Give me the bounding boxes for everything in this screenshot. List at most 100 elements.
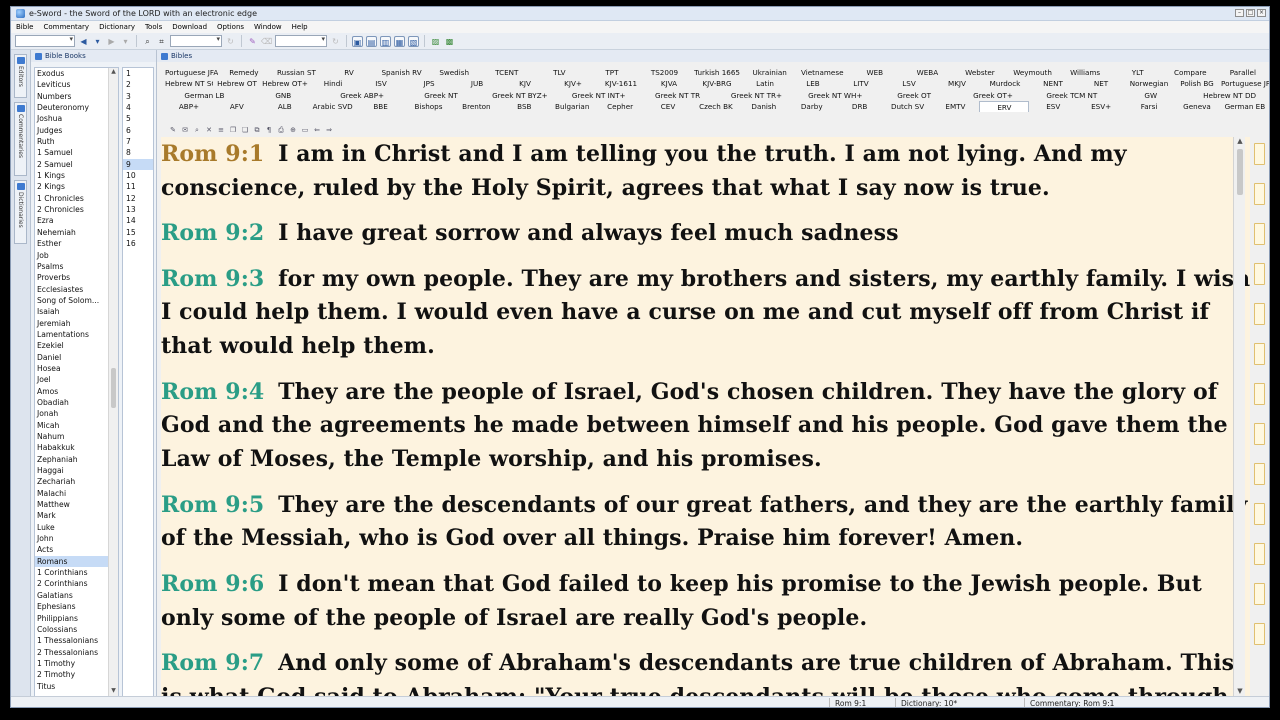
version-tab[interactable]: LEB [789,78,837,89]
version-tab[interactable]: Vietnamese [796,67,849,78]
forward-icon[interactable]: ▶ [106,36,117,47]
menu-dictionary[interactable]: Dictionary [94,23,140,31]
side-tab-dictionaries[interactable]: Dictionaries [14,180,27,244]
version-tab[interactable]: CEV [644,101,692,112]
book-item[interactable]: Jeremiah [35,318,108,329]
chapter-item[interactable]: 4 [123,102,153,113]
page-icon[interactable]: ▭ [301,126,309,134]
verse[interactable]: Rom 9:7 And only some of Abraham's desce… [161,647,1251,697]
book-item[interactable]: Song of Solom... [35,295,108,306]
version-tab[interactable]: EMTV [932,101,980,112]
version-tab[interactable]: KJVA [645,78,693,89]
chapter-item[interactable]: 16 [123,238,153,249]
version-tab[interactable]: Russian ST [270,67,323,78]
book-item[interactable]: 2 Chronicles [35,204,108,215]
chapter-item[interactable]: 1 [123,68,153,79]
book-item[interactable]: Nahum [35,431,108,442]
list-icon[interactable]: ≡ [217,126,225,134]
zoom-icon[interactable]: ⊕ [289,126,297,134]
version-tab[interactable]: Norwegian [1125,78,1173,89]
side-tab-commentaries[interactable]: Commentaries [14,102,27,176]
book-item[interactable]: Acts [35,544,108,555]
version-tab[interactable]: Arabic SVD [309,101,357,112]
paste-icon[interactable]: ❏ [241,126,249,134]
bible-scrollbar[interactable]: ▲ ▼ [1233,137,1245,697]
version-tab[interactable]: ERV [979,100,1030,113]
verse[interactable]: Rom 9:2 I have great sorrow and always f… [161,217,1251,251]
version-tab[interactable]: TS2009 [638,67,691,78]
version-tab[interactable]: Webster [954,67,1007,78]
menu-bible[interactable]: Bible [11,23,38,31]
version-tab[interactable]: Hebrew NT DD [1190,90,1269,101]
version-tab[interactable]: Latin [741,78,789,89]
book-item[interactable]: Mark [35,510,108,521]
toolbox-button[interactable] [1254,303,1265,325]
search-icon[interactable]: ⌕ [193,126,201,134]
layout-2-icon[interactable]: ▤ [366,35,377,47]
layout-1-icon[interactable]: ▣ [352,35,363,47]
version-tab[interactable]: Hebrew OT [213,78,261,89]
chapter-item[interactable]: 10 [123,170,153,181]
version-tab[interactable]: Parallel [1217,67,1269,78]
version-tab[interactable]: Greek OT [875,90,954,101]
book-item[interactable]: Hosea [35,363,108,374]
book-item[interactable]: Judges [35,125,108,136]
chapter-item[interactable]: 5 [123,113,153,124]
book-item[interactable]: Lamentations [35,329,108,340]
version-tab[interactable]: Geneva [1173,101,1221,112]
version-tab[interactable]: Greek NT TR [638,90,717,101]
book-item[interactable]: 2 Timothy [35,669,108,680]
verse[interactable]: Rom 9:1 I am in Christ and I am telling … [161,138,1251,206]
version-tab[interactable]: TPT [586,67,639,78]
book-item[interactable]: Numbers [35,91,108,102]
book-item[interactable]: Nehemiah [35,227,108,238]
scroll-up-icon[interactable]: ▲ [1235,137,1245,147]
back-icon[interactable]: ◀ [78,36,89,47]
binoculars-icon[interactable]: ⌕ [142,36,153,47]
map-icon[interactable]: ▩ [444,36,455,47]
forward-dropdown-icon[interactable]: ▾ [120,36,131,47]
chapter-item[interactable]: 2 [123,79,153,90]
verse-reference[interactable]: Rom 9:6 [161,571,264,597]
version-tab[interactable]: Greek NT TR+ [717,90,796,101]
toolbox-button[interactable] [1254,623,1265,645]
version-tab[interactable]: NET [1077,78,1125,89]
book-item[interactable]: John [35,533,108,544]
back-dropdown-icon[interactable]: ▾ [92,36,103,47]
book-item[interactable]: Ezra [35,215,108,226]
version-tab[interactable]: Greek NT [402,90,481,101]
version-tab[interactable]: ABP+ [165,101,213,112]
copy-icon[interactable]: ❐ [229,126,237,134]
book-item[interactable]: 1 Timothy [35,658,108,669]
reading-area[interactable]: Rom 9:1 I am in Christ and I am telling … [161,137,1259,697]
book-item[interactable]: Malachi [35,488,108,499]
version-tab[interactable]: Hebrew NT SG [165,78,213,89]
book-item[interactable]: Romans [35,555,108,568]
book-item[interactable]: Daniel [35,352,108,363]
verse-reference[interactable]: Rom 9:1 [161,141,264,167]
version-tab[interactable]: German LB [165,90,244,101]
format-icon[interactable]: ¶ [265,126,273,134]
version-tab[interactable]: ISV [357,78,405,89]
version-tab[interactable]: NENT [1029,78,1077,89]
lookup-go-icon[interactable]: ↻ [330,36,341,47]
minimize-button[interactable]: – [1235,9,1244,17]
toolbox-button[interactable] [1254,343,1265,365]
scroll-thumb[interactable] [1237,149,1243,195]
chapter-item[interactable]: 8 [123,147,153,158]
clear-icon[interactable]: ✕ [205,126,213,134]
version-tab[interactable]: ESV+ [1077,101,1125,112]
scroll-thumb[interactable] [111,368,116,408]
book-item[interactable]: Ecclesiastes [35,284,108,295]
book-combo[interactable] [15,35,75,47]
book-item[interactable]: Esther [35,238,108,249]
layout-3-icon[interactable]: ▥ [380,35,391,47]
version-tab[interactable]: ESV [1029,101,1077,112]
book-item[interactable]: Isaiah [35,306,108,317]
book-item[interactable]: Jonah [35,408,108,419]
book-item[interactable]: Deuteronomy [35,102,108,113]
print-icon[interactable]: ⎙ [277,126,285,134]
version-tab[interactable]: Greek NT BYZ+ [480,90,559,101]
book-item[interactable]: 1 Samuel [35,147,108,158]
version-tab[interactable]: Compare [1164,67,1217,78]
